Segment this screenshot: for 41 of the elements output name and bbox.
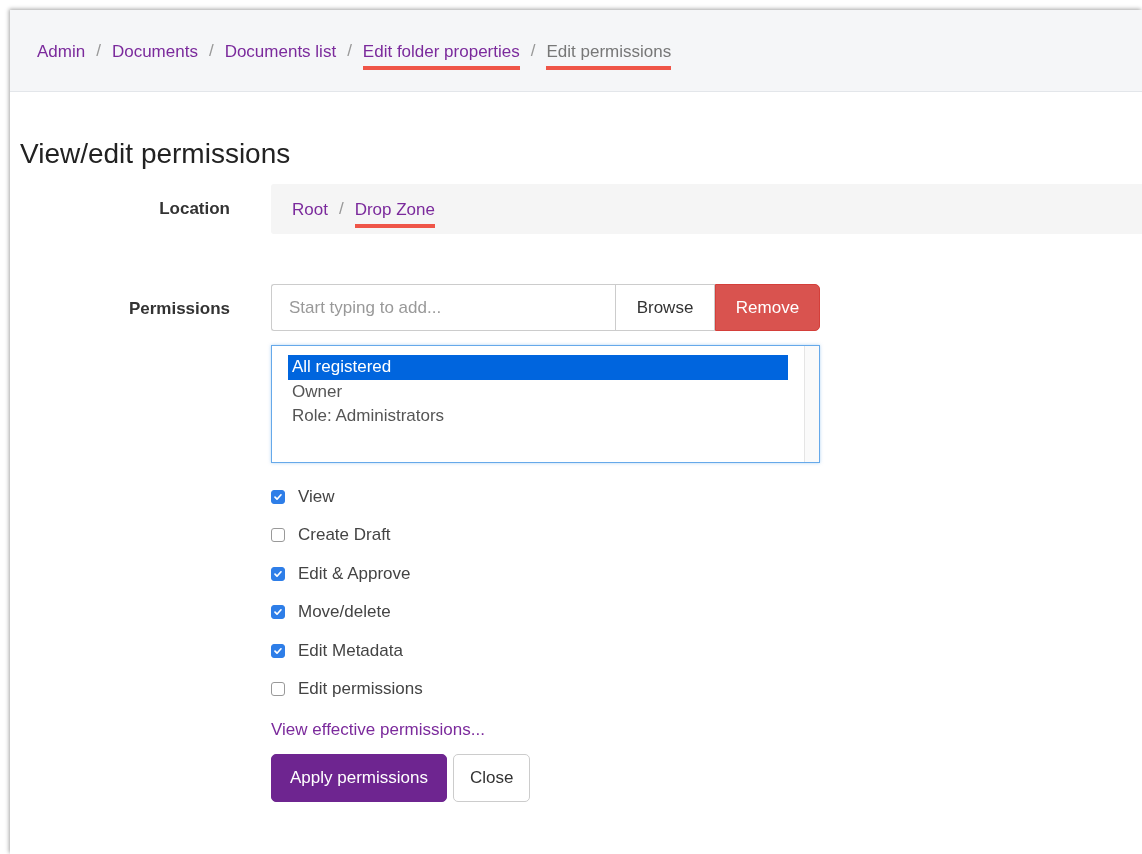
close-button[interactable]: Close <box>452 754 531 802</box>
check-icon <box>273 568 283 579</box>
list-option[interactable]: Owner <box>288 379 788 404</box>
list-option[interactable]: All registered <box>288 355 788 380</box>
checkbox[interactable] <box>271 489 285 504</box>
checkbox[interactable] <box>271 528 285 543</box>
check-icon <box>273 645 283 656</box>
breadcrumb-link[interactable]: Admin <box>37 31 86 70</box>
breadcrumb-separator: / <box>208 40 214 61</box>
list-option[interactable]: Role: Administrators <box>288 404 788 429</box>
checkbox-label: Edit Metadata <box>298 640 403 661</box>
checkbox-label: View <box>298 486 335 507</box>
check-icon <box>273 607 283 618</box>
apply-button[interactable]: Apply permissions <box>271 754 447 802</box>
checkbox-label: Edit permissions <box>298 679 423 700</box>
breadcrumb-link[interactable]: Documents <box>111 31 198 70</box>
page-title: View/edit permissions <box>20 138 292 170</box>
principal-listbox[interactable]: All registered Owner Role: Administrators <box>271 345 820 463</box>
breadcrumb-separator: / <box>96 40 101 61</box>
breadcrumb-link[interactable]: Drop Zone <box>354 190 435 228</box>
browse-button[interactable]: Browse <box>615 284 715 331</box>
breadcrumb-separator: / <box>338 199 344 219</box>
checkbox-label: Edit & Approve <box>298 563 411 584</box>
breadcrumb-link[interactable]: Edit folder properties <box>362 31 520 70</box>
checkbox-label: Create Draft <box>298 525 391 546</box>
field-label: Location <box>158 198 231 220</box>
breadcrumb-separator: / <box>530 40 536 61</box>
breadcrumb-link[interactable]: Documents list <box>224 31 337 70</box>
checkbox[interactable] <box>271 643 285 658</box>
breadcrumb-current[interactable]: Edit permissions <box>546 31 672 70</box>
breadcrumb-separator: / <box>347 40 352 61</box>
permissions-link[interactable]: View effective permissions... <box>271 720 485 740</box>
field-label: Permissions <box>127 298 231 320</box>
breadcrumb-link[interactable]: Root <box>292 190 328 228</box>
search-field[interactable]: Start typing to add... <box>271 284 615 331</box>
checkbox[interactable] <box>271 566 285 581</box>
remove-button[interactable]: Remove <box>715 284 820 331</box>
checkbox[interactable] <box>271 682 285 697</box>
checkbox[interactable] <box>271 605 285 620</box>
checkbox-label: Move/delete <box>298 602 391 623</box>
check-icon <box>273 491 283 502</box>
